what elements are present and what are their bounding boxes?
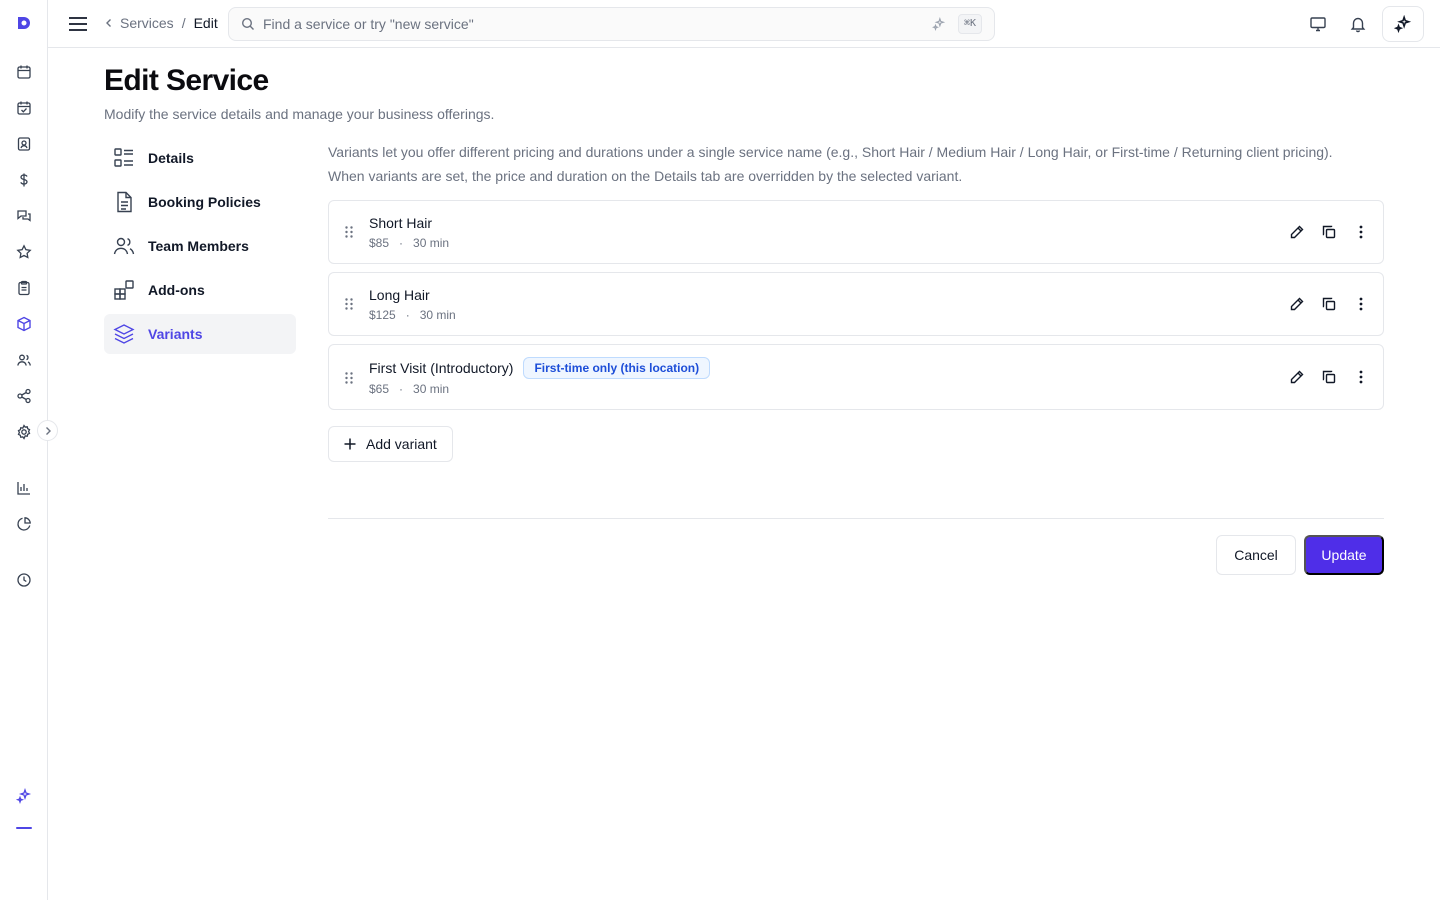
variant-duration: 30 min [419,308,456,322]
add-variant-label: Add variant [366,436,437,452]
chevron-right-icon [45,426,51,435]
variants-intro: Variants let you offer different pricing… [328,140,1388,188]
left-rail [0,0,48,900]
variant-actions [1289,224,1369,240]
search-icon [241,17,254,30]
sparkles-icon[interactable] [932,17,946,31]
variant-row[interactable]: Short Hair $85 · 30 min [328,200,1384,264]
logo-icon[interactable] [15,14,33,32]
breadcrumb-services[interactable]: Services [120,15,174,31]
shortcut-hint: ⌘K [957,14,982,34]
rail-expand-button[interactable] [37,420,58,441]
chevron-left-icon[interactable] [104,18,114,28]
details-icon [114,148,133,167]
calendar-icon[interactable] [14,62,34,82]
plus-icon [344,438,356,450]
section-tab-details[interactable]: Details [104,138,296,178]
share-icon[interactable] [14,386,34,406]
drag-handle-icon[interactable] [343,371,355,385]
update-button[interactable]: Update [1304,535,1384,575]
users-icon [113,237,135,255]
sparkles-icon[interactable] [14,786,34,806]
variant-actions [1289,296,1369,312]
section-tab-add-ons[interactable]: Add-ons [104,270,296,310]
clipboard-icon[interactable] [14,278,34,298]
add-variant-button[interactable]: Add variant [328,426,453,462]
breadcrumb: Services / Edit [104,15,218,31]
section-label: Variants [148,326,203,342]
variants-intro-line-1: Variants let you offer different pricing… [328,144,1333,160]
section-tab-booking-policies[interactable]: Booking Policies [104,182,296,222]
duplicate-icon[interactable] [1321,224,1337,240]
duplicate-icon[interactable] [1321,369,1337,385]
ai-assistant-button[interactable] [1382,6,1424,42]
bar-chart-icon[interactable] [14,478,34,498]
addons-icon [114,280,134,300]
edit-icon[interactable] [1289,224,1305,240]
edit-icon[interactable] [1289,369,1305,385]
variant-row[interactable]: First Visit (Introductory) First-time on… [328,344,1384,410]
divider [328,518,1384,519]
variant-name: Long Hair [369,287,430,303]
breadcrumb-separator: / [181,15,186,31]
variant-name: Short Hair [369,215,433,231]
more-vertical-icon[interactable] [1353,224,1369,240]
edit-icon[interactable] [1289,296,1305,312]
meta-separator: · [405,308,410,322]
cube-icon[interactable] [14,314,34,334]
menu-icon[interactable] [68,14,88,34]
dollar-icon[interactable] [14,170,34,190]
search-input[interactable] [263,16,903,32]
variant-name-row: First Visit (Introductory) First-time on… [369,357,711,379]
settings-icon[interactable] [14,422,34,442]
variant-badge: First-time only (this location) [523,357,711,379]
meta-separator: · [399,382,404,396]
variant-meta: $85 · 30 min [369,236,449,250]
drag-handle-icon[interactable] [343,225,355,239]
pie-chart-icon[interactable] [14,514,34,534]
variant-duration: 30 min [413,382,450,396]
variant-price: $85 [369,236,390,250]
top-bar: Services / Edit ⌘K [48,0,1440,48]
section-label: Add-ons [148,282,205,298]
duplicate-icon[interactable] [1321,296,1337,312]
variant-duration: 30 min [413,236,450,250]
more-vertical-icon[interactable] [1353,296,1369,312]
section-label: Booking Policies [148,194,261,210]
breadcrumb-current: Edit [193,15,218,31]
contact-card-icon[interactable] [14,134,34,154]
variant-row[interactable]: Long Hair $125 · 30 min [328,272,1384,336]
variant-price: $65 [369,382,390,396]
more-vertical-icon[interactable] [1353,369,1369,385]
calendar-check-icon[interactable] [14,98,34,118]
section-tab-variants[interactable]: Variants [104,314,296,354]
variant-price: $125 [369,308,396,322]
variants-intro-line-2: When variants are set, the price and dur… [328,168,963,184]
rail-indicator [16,827,32,829]
monitor-icon[interactable] [1308,14,1328,34]
variant-name: First Visit (Introductory) [369,360,514,376]
section-label: Details [148,150,194,166]
star-icon[interactable] [14,242,34,262]
layers-icon [113,324,135,344]
users-icon[interactable] [14,350,34,370]
clock-icon[interactable] [14,570,34,590]
chat-icon[interactable] [14,206,34,226]
variant-meta: $65 · 30 min [369,382,449,396]
drag-handle-icon[interactable] [343,297,355,311]
search-bar[interactable]: ⌘K [228,7,995,41]
page-title: Edit Service [104,64,269,97]
section-tab-team-members[interactable]: Team Members [104,226,296,266]
sparkles-icon [1394,15,1412,33]
page-subtitle: Modify the service details and manage yo… [104,106,495,122]
section-nav: Details Booking Policies Team Members Ad… [104,138,296,358]
variant-meta: $125 · 30 min [369,308,456,322]
cancel-button[interactable]: Cancel [1216,535,1296,575]
document-icon [117,191,132,213]
variant-actions [1289,369,1369,385]
section-label: Team Members [148,238,249,254]
meta-separator: · [399,236,404,250]
bell-icon[interactable] [1348,14,1368,34]
